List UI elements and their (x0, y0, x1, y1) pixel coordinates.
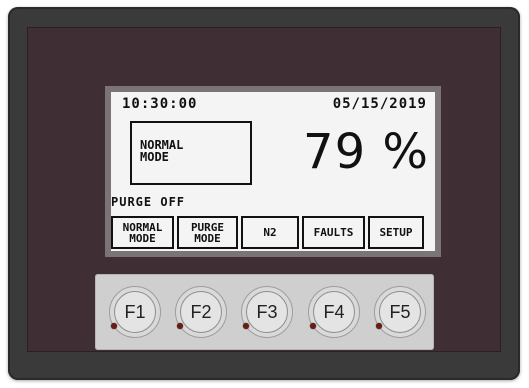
purge-status: PURGE OFF (111, 195, 186, 209)
function-key-f1[interactable]: F1 (109, 286, 161, 338)
f3-button[interactable]: F3 (246, 291, 288, 333)
function-key-f2[interactable]: F2 (175, 286, 227, 338)
hmi-device: 10:30:00 05/15/2019 NORMAL MODE 79 % PUR… (8, 7, 520, 380)
led-indicator-icon (111, 323, 117, 329)
softkey-faults[interactable]: FAULTS (302, 216, 365, 249)
clock-time: 10:30:00 (122, 96, 198, 112)
f4-button[interactable]: F4 (313, 291, 355, 333)
f5-button[interactable]: F5 (379, 291, 421, 333)
led-indicator-icon (243, 323, 249, 329)
mode-indicator-text: NORMAL MODE (140, 138, 184, 164)
function-key-f4[interactable]: F4 (308, 286, 360, 338)
lcd-frame: 10:30:00 05/15/2019 NORMAL MODE 79 % PUR… (105, 86, 441, 257)
softkey-bar: NORMAL MODE PURGE MODE N2 FAULTS SETUP (111, 216, 435, 250)
softkey-setup[interactable]: SETUP (368, 216, 424, 249)
function-key-f3[interactable]: F3 (241, 286, 293, 338)
function-keypad: F1 F2 F3 F4 F5 (95, 274, 434, 350)
softkey-purge-mode[interactable]: PURGE MODE (177, 216, 238, 249)
mode-indicator-box: NORMAL MODE (130, 121, 252, 185)
led-indicator-icon (310, 323, 316, 329)
led-indicator-icon (177, 323, 183, 329)
softkey-n2[interactable]: N2 (241, 216, 299, 249)
percent-readout: 79 % (303, 124, 429, 180)
function-key-f5[interactable]: F5 (374, 286, 426, 338)
led-indicator-icon (376, 323, 382, 329)
softkey-normal-mode[interactable]: NORMAL MODE (111, 216, 174, 249)
f2-button[interactable]: F2 (180, 291, 222, 333)
clock-date: 05/15/2019 (332, 96, 427, 112)
lcd-screen: 10:30:00 05/15/2019 NORMAL MODE 79 % PUR… (111, 92, 435, 251)
f1-button[interactable]: F1 (114, 291, 156, 333)
